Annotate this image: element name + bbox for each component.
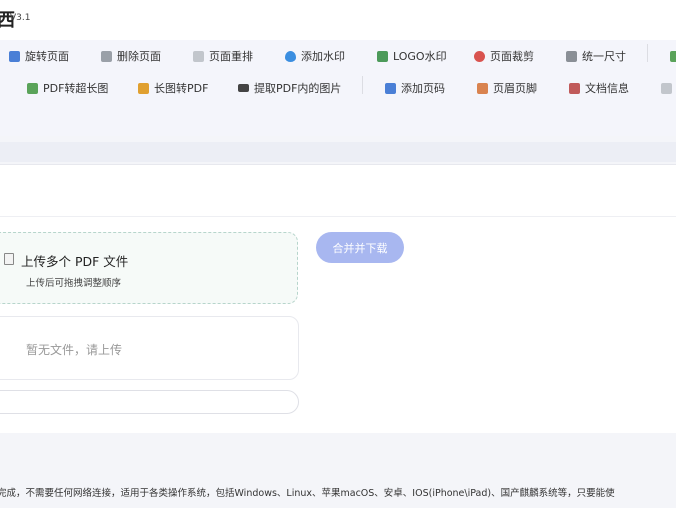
toolbar-item-label: 统一尺寸 [582, 50, 626, 63]
toolbar-reorder-pages[interactable]: 页面重排 [193, 48, 253, 64]
toolbar-unify-size[interactable]: 统一尺寸 [566, 48, 626, 64]
toolbar-logo-watermark[interactable]: LOGO水印 [377, 48, 447, 64]
progress-field[interactable] [0, 390, 299, 414]
app-header: 西 V3.1 [0, 0, 676, 40]
image-icon [377, 50, 388, 62]
toolbar-item-label: 页眉页脚 [493, 82, 537, 95]
toolbar-header-footer[interactable]: 页眉页脚 [477, 80, 537, 96]
merge-card: 上传多个 PDF 文件 上传后可拖拽调整顺序 合并并下载 暂无文件，请上传 [0, 164, 676, 433]
toolbar-item-label: PDF转超长图 [43, 82, 109, 95]
document-icon[interactable] [661, 83, 672, 94]
header-footer-icon [477, 82, 488, 94]
toolbar-rotate-page[interactable]: 旋转页面 [9, 48, 69, 64]
toolbar-item-label: 添加水印 [301, 50, 345, 63]
upload-hint: 上传后可拖拽调整顺序 [26, 278, 122, 289]
toolbar-add-page-number[interactable]: 添加页码 [385, 80, 445, 96]
toolbar-item-label: 旋转页面 [25, 50, 69, 63]
doc-info-icon [569, 82, 580, 94]
toolbar-document-info[interactable]: 文档信息 [569, 80, 629, 96]
image-icon[interactable] [670, 51, 676, 62]
page-number-icon [385, 82, 396, 94]
card-divider [0, 216, 676, 217]
toolbar-pdf-to-long-image[interactable]: PDF转超长图 [27, 80, 108, 96]
scissors-icon [474, 50, 485, 62]
rotate-icon [9, 50, 20, 62]
merge-download-button[interactable]: 合并并下载 [316, 232, 404, 263]
reorder-icon [193, 50, 204, 62]
upload-dropzone[interactable]: 上传多个 PDF 文件 上传后可拖拽调整顺序 [0, 232, 298, 304]
file-list: 暂无文件，请上传 [0, 316, 299, 380]
file-icon [4, 253, 14, 265]
toolbar-separator [362, 76, 363, 94]
toolbar-item-label: 删除页面 [117, 50, 161, 63]
toolbar-extract-images[interactable]: 提取PDF内的图片 [238, 80, 341, 96]
section-band [0, 142, 676, 162]
toolbar-crop-page[interactable]: 页面裁剪 [474, 48, 534, 64]
toolbar-delete-page[interactable]: 删除页面 [101, 48, 161, 64]
toolbar-item-label: 添加页码 [401, 82, 445, 95]
toolbar-separator [647, 44, 648, 62]
app-version: V3.1 [10, 13, 31, 23]
film-icon [238, 84, 249, 92]
empty-file-list-text: 暂无文件，请上传 [26, 343, 123, 357]
upload-title: 上传多个 PDF 文件 [21, 254, 129, 269]
toolbar-long-image-to-pdf[interactable]: 长图转PDF [138, 80, 208, 96]
footer-description: 完成，不需要任何网络连接，适用于各类操作系统，包括Windows、Linux、苹… [0, 488, 615, 499]
ruler-icon [566, 50, 577, 62]
long-image-icon [138, 82, 149, 94]
toolbar-add-watermark[interactable]: 添加水印 [285, 48, 345, 64]
toolbar-item-label: 长图转PDF [154, 82, 209, 95]
toolbar-item-label: LOGO水印 [393, 50, 447, 63]
tool-toolbar: 旋转页面 删除页面 页面重排 添加水印 LOGO水印 页面裁剪 统一尺寸 PDF… [0, 40, 676, 136]
toolbar-item-label: 文档信息 [585, 82, 629, 95]
droplet-icon [285, 50, 296, 62]
toolbar-item-label: 提取PDF内的图片 [254, 82, 342, 95]
toolbar-item-label: 页面裁剪 [490, 50, 534, 63]
toolbar-item-label: 页面重排 [209, 50, 253, 63]
image-icon [27, 82, 38, 94]
delete-page-icon [101, 50, 112, 62]
